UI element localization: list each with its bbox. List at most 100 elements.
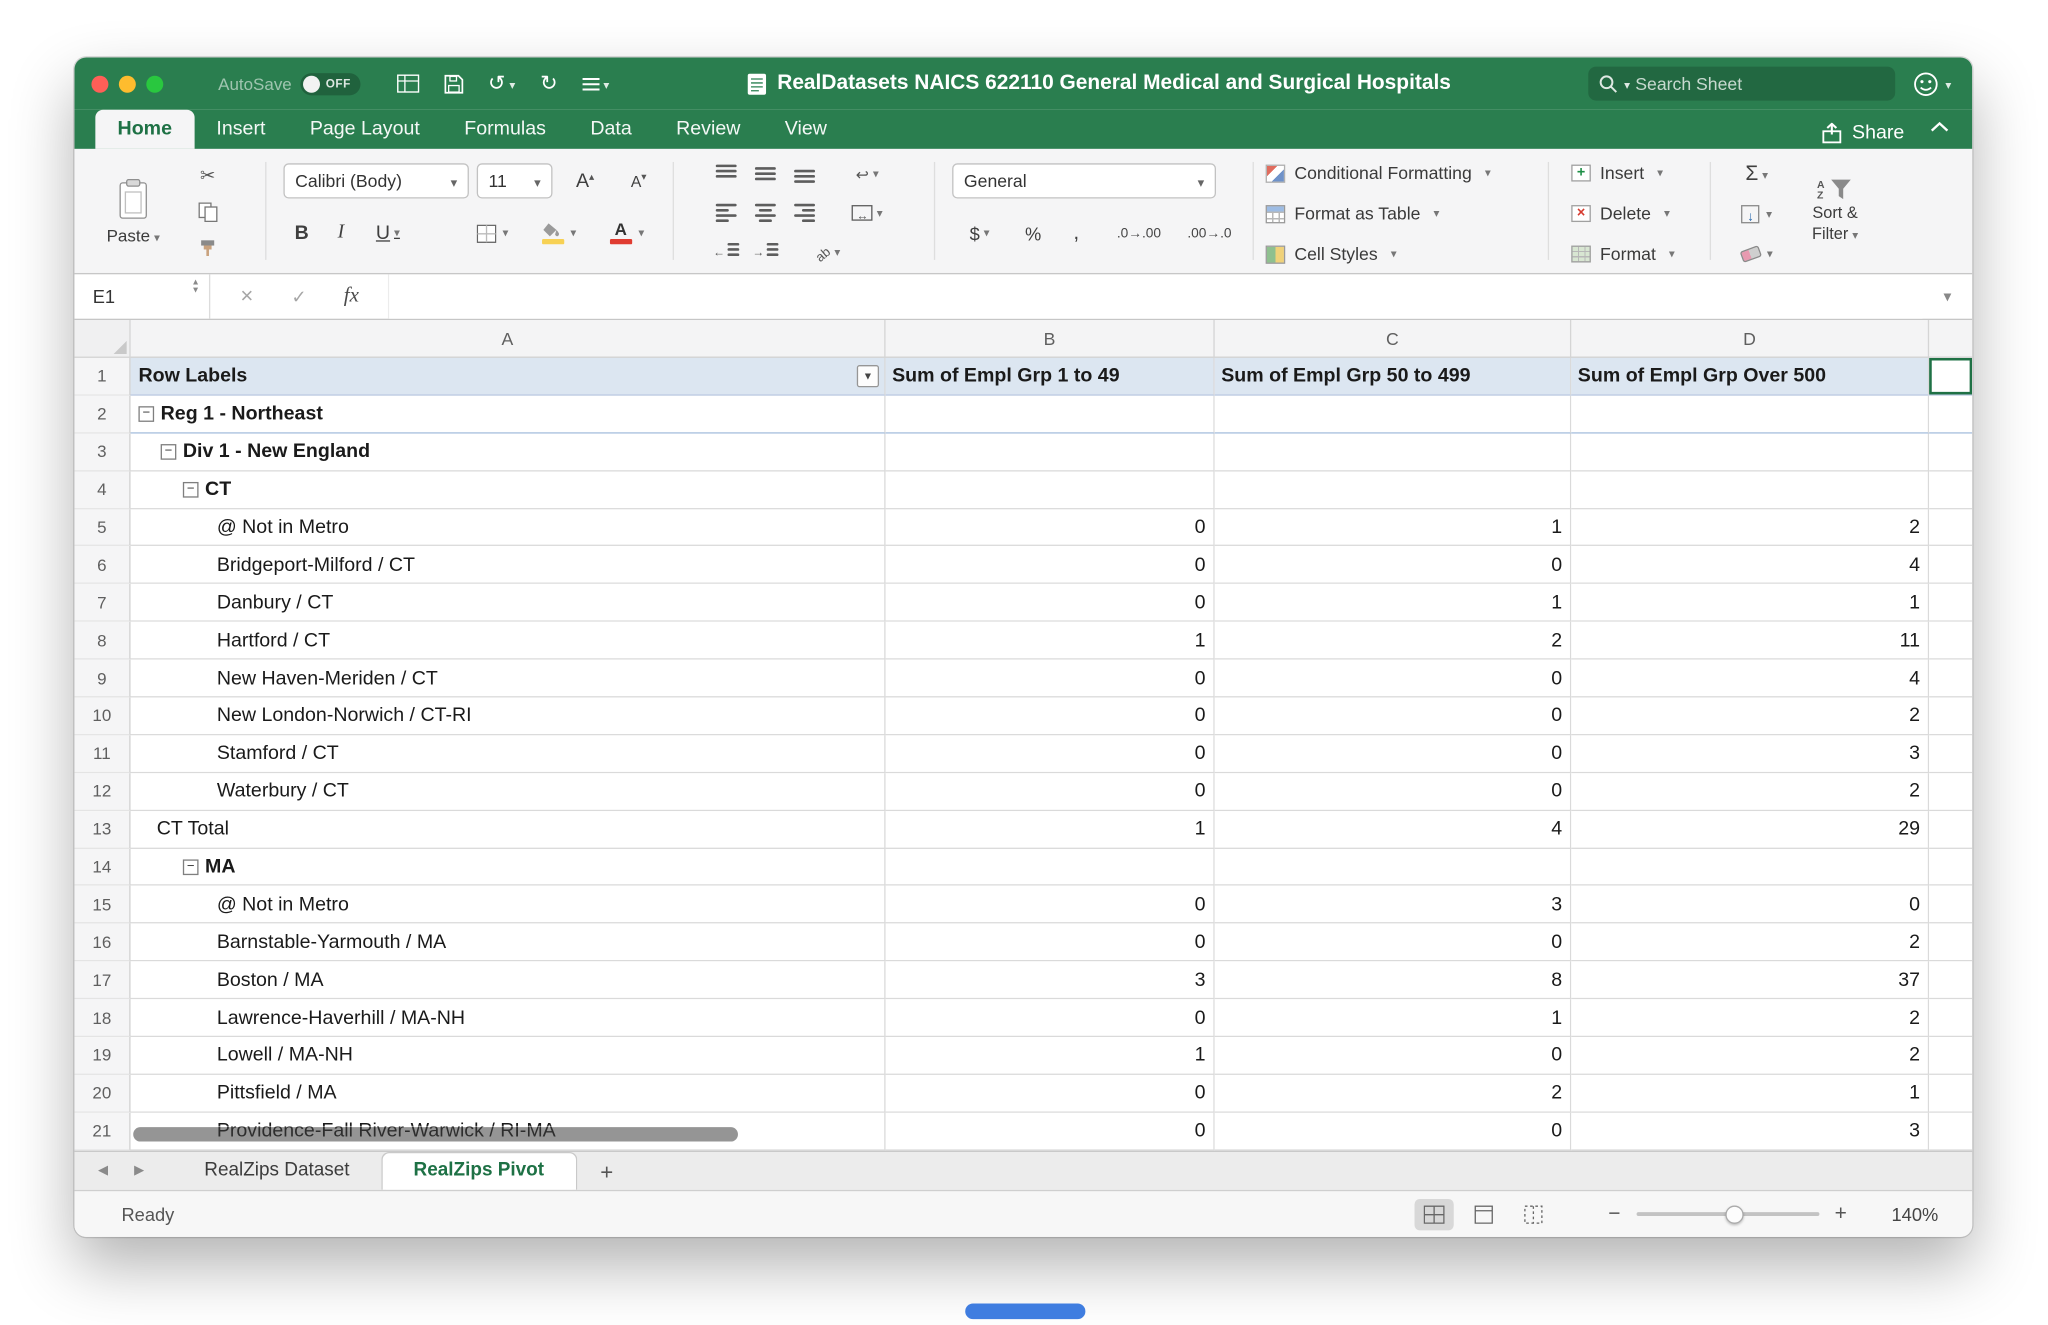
cell-label[interactable]: −CT (131, 471, 886, 509)
cell-value[interactable]: 0 (1215, 924, 1572, 962)
feedback-caret[interactable] (1945, 72, 1951, 96)
row-header-2[interactable]: 2 (74, 396, 130, 434)
column-header-d[interactable]: D (1571, 320, 1929, 357)
column-header-a[interactable]: A (131, 320, 886, 357)
cell-value[interactable]: 0 (1215, 660, 1572, 698)
ribbon-tab-data[interactable]: Data (568, 110, 654, 149)
row-header-11[interactable]: 11 (74, 735, 130, 773)
cell-value[interactable]: 3 (1571, 1113, 1929, 1151)
row-header-7[interactable]: 7 (74, 584, 130, 622)
collapse-button[interactable]: − (138, 406, 154, 422)
cell-label[interactable]: Bridgeport-Milford / CT (131, 547, 886, 585)
cell-value[interactable]: 0 (886, 999, 1215, 1037)
cell-value[interactable]: 3 (1571, 735, 1929, 773)
row-header-15[interactable]: 15 (74, 886, 130, 924)
cell-value[interactable]: 0 (1215, 697, 1572, 735)
cell-empty[interactable] (1929, 1037, 1972, 1075)
save-button[interactable] (444, 74, 464, 94)
search-input[interactable] (1635, 74, 1885, 94)
column-header-c[interactable]: C (1215, 320, 1572, 357)
row-header-8[interactable]: 8 (74, 622, 130, 660)
row-header-6[interactable]: 6 (74, 547, 130, 585)
grow-font-button[interactable]: A (560, 163, 610, 198)
cell-label[interactable]: Barnstable-Yarmouth / MA (131, 924, 886, 962)
cell-empty[interactable] (1929, 509, 1972, 547)
percent-button[interactable]: % (1015, 216, 1052, 251)
insert-function-button[interactable]: fx (325, 285, 377, 309)
cell-value[interactable] (886, 396, 1215, 434)
ribbon-tab-view[interactable]: View (763, 110, 850, 149)
copy-button[interactable] (184, 196, 231, 227)
align-right-button[interactable] (788, 199, 822, 228)
cell-value[interactable]: 1 (886, 622, 1215, 660)
decrease-decimal-button[interactable]: .00→.0 (1177, 216, 1242, 251)
cell-value[interactable] (886, 471, 1215, 509)
row-header-3[interactable]: 3 (74, 433, 130, 471)
cell-label[interactable]: −Div 1 - New England (131, 433, 886, 471)
show-tabs-button[interactable] (397, 74, 419, 92)
undo-dropdown-caret[interactable] (509, 72, 515, 96)
align-center-button[interactable] (748, 199, 782, 228)
zoom-out-button[interactable]: − (1608, 1202, 1620, 1226)
cell-empty[interactable] (1929, 1113, 1972, 1151)
ribbon-tab-page-layout[interactable]: Page Layout (288, 110, 442, 149)
minimize-window-button[interactable] (119, 75, 136, 92)
add-sheet-button[interactable]: + (600, 1161, 613, 1183)
cell-value[interactable]: 0 (1215, 735, 1572, 773)
cell-label[interactable]: −Reg 1 - Northeast (131, 396, 886, 434)
row-header-19[interactable]: 19 (74, 1037, 130, 1075)
row-header-13[interactable]: 13 (74, 811, 130, 849)
cell-value[interactable]: 29 (1571, 811, 1929, 849)
share-button[interactable]: Share (1821, 121, 1905, 143)
font-color-button[interactable]: A (597, 216, 657, 251)
cell-empty[interactable] (1929, 886, 1972, 924)
cell-label[interactable]: @ Not in Metro (131, 509, 886, 547)
zoom-percentage[interactable]: 140% (1881, 1204, 1938, 1225)
cell-empty[interactable] (1929, 547, 1972, 585)
cell-empty[interactable] (1929, 735, 1972, 773)
name-box[interactable]: E1 ▲▼ (74, 274, 210, 318)
confirm-entry-button[interactable] (273, 285, 325, 307)
font-size-caret[interactable] (534, 171, 541, 191)
clear-button[interactable] (1728, 238, 1785, 269)
cell-value[interactable] (1571, 396, 1929, 434)
orientation-button[interactable] (803, 238, 853, 267)
collapse-button[interactable]: − (183, 859, 199, 875)
cell-empty[interactable] (1929, 697, 1972, 735)
cell-value[interactable]: 0 (886, 547, 1215, 585)
cell-label[interactable]: Hartford / CT (131, 622, 886, 660)
feedback-button[interactable] (1914, 71, 1951, 96)
align-left-button[interactable] (709, 199, 743, 228)
cell-value[interactable]: 1 (886, 811, 1215, 849)
paste-button[interactable]: Paste (95, 155, 171, 267)
cell-value[interactable]: 11 (1571, 622, 1929, 660)
close-window-button[interactable] (91, 75, 108, 92)
cell-value[interactable]: 0 (886, 773, 1215, 811)
autosum-button[interactable]: Σ (1728, 159, 1785, 190)
page-break-view-button[interactable] (1514, 1198, 1553, 1229)
cell-label[interactable]: Waterbury / CT (131, 773, 886, 811)
cell-value[interactable]: 4 (1215, 811, 1572, 849)
toolbar-options-button[interactable] (582, 72, 609, 96)
format-painter-button[interactable] (184, 232, 231, 263)
cell-value[interactable] (1215, 848, 1572, 886)
cell-label[interactable]: Danbury / CT (131, 584, 886, 622)
row-header-14[interactable]: 14 (74, 848, 130, 886)
previous-sheet-button[interactable] (98, 1157, 108, 1181)
cell-value[interactable]: 2 (1571, 697, 1929, 735)
row-header-10[interactable]: 10 (74, 697, 130, 735)
wrap-text-button[interactable] (842, 159, 892, 188)
cell-empty[interactable] (1929, 811, 1972, 849)
cell-label[interactable]: Lowell / MA-NH (131, 1037, 886, 1075)
cell-value[interactable] (886, 848, 1215, 886)
cut-button[interactable] (184, 159, 231, 190)
cell-value[interactable]: 1 (1571, 1075, 1929, 1113)
font-name-combo[interactable]: Calibri (Body) (283, 163, 468, 198)
cell-empty[interactable] (1929, 999, 1972, 1037)
format-as-table-button[interactable]: Format as Table (1266, 197, 1440, 230)
row-header-18[interactable]: 18 (74, 999, 130, 1037)
cell-value[interactable]: 0 (1215, 1037, 1572, 1075)
row-header-20[interactable]: 20 (74, 1075, 130, 1113)
zoom-slider[interactable] (1636, 1212, 1819, 1216)
row-header-17[interactable]: 17 (74, 962, 130, 1000)
